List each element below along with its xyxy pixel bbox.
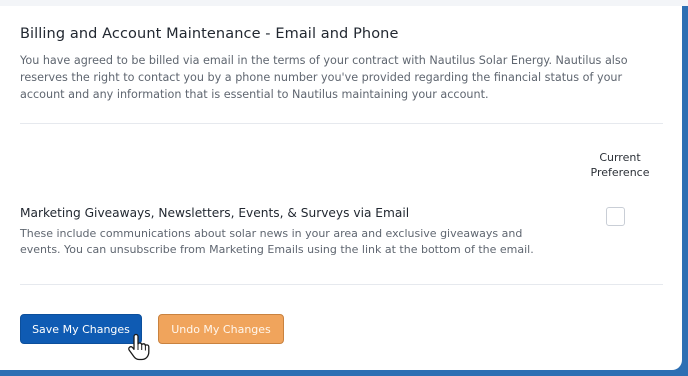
preference-header-line-1: Current xyxy=(599,151,641,164)
page-frame: Billing and Account Maintenance - Email … xyxy=(0,0,688,376)
preferences-panel: Billing and Account Maintenance - Email … xyxy=(0,0,688,370)
billing-section-title: Billing and Account Maintenance - Email … xyxy=(20,26,399,42)
marketing-option-description: These include communications about solar… xyxy=(20,227,534,256)
undo-changes-button[interactable]: Undo My Changes xyxy=(158,314,284,344)
marketing-email-checkbox[interactable] xyxy=(606,207,625,226)
save-changes-button[interactable]: Save My Changes xyxy=(20,314,142,344)
section-divider xyxy=(20,123,663,124)
current-preference-header: Current Preference xyxy=(582,150,658,180)
panel-top-edge xyxy=(0,0,688,6)
billing-section-description: You have agreed to be billed via email i… xyxy=(20,54,628,101)
marketing-option-title: Marketing Giveaways, Newsletters, Events… xyxy=(20,206,410,220)
hand-pointer-icon xyxy=(128,333,150,361)
preference-header-line-2: Preference xyxy=(590,166,650,179)
actions-divider xyxy=(20,284,663,285)
